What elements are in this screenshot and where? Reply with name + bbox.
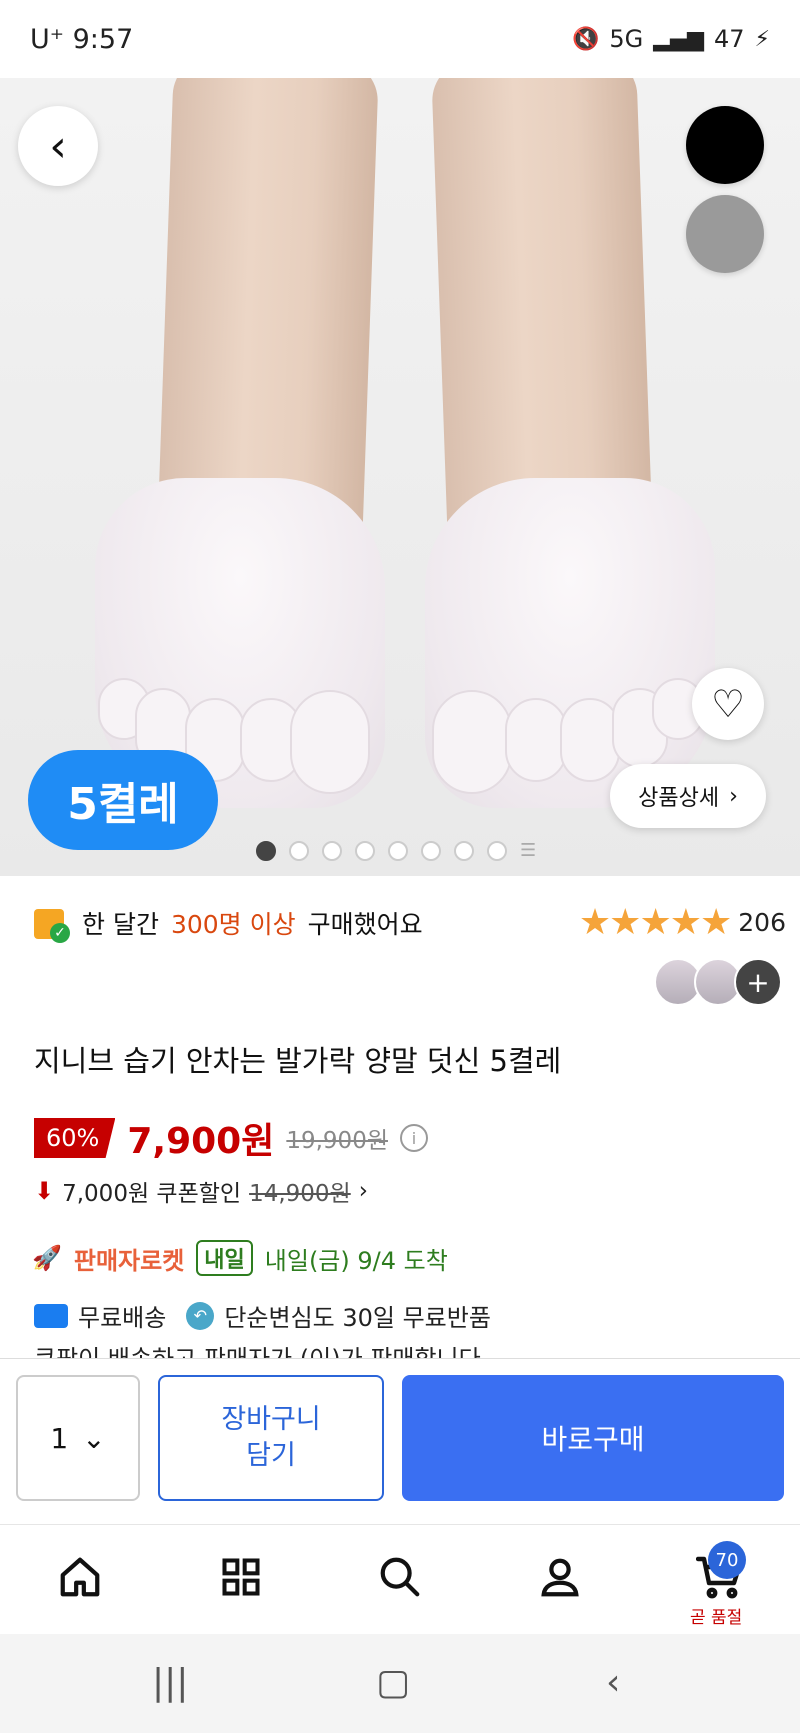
- product-photo-toe: [290, 690, 370, 794]
- battery-icon: ⚡: [754, 26, 770, 52]
- carousel-dot[interactable]: [454, 841, 474, 861]
- grid-icon: [222, 1558, 260, 1596]
- quantity-value: 1: [50, 1421, 69, 1455]
- status-left: U⁺ 9:57: [30, 24, 133, 55]
- discount-badge: 60%: [34, 1118, 116, 1158]
- rocket-label: 판매자로켓: [73, 1246, 185, 1275]
- network-label: 5G: [609, 25, 644, 53]
- back-button[interactable]: ‹: [18, 106, 98, 186]
- color-swatch-gray[interactable]: [686, 195, 764, 273]
- info-icon[interactable]: i: [399, 1124, 428, 1152]
- arrival-date: 내일(금) 9/4 도착: [264, 1246, 448, 1275]
- pack-count-badge: 5켤레: [28, 750, 218, 850]
- original-price: 19,900원: [286, 1128, 388, 1154]
- bottom-navigation: 70 곧 품절: [0, 1524, 800, 1634]
- review-count: 206: [738, 908, 786, 937]
- coupon-row[interactable]: ⬇ 7,000원 쿠폰할인 14,900원 ›: [34, 1174, 368, 1208]
- nav-my-account[interactable]: [530, 1547, 590, 1607]
- carousel-dot[interactable]: [421, 841, 441, 861]
- signal-icon: ▂▄▆: [653, 26, 704, 52]
- product-detail-button[interactable]: 상품상세 ›: [610, 764, 766, 828]
- carousel-dot[interactable]: [388, 841, 408, 861]
- purchase-count-suffix: 구매했어요: [307, 910, 423, 939]
- nav-search[interactable]: [370, 1547, 430, 1607]
- chevron-down-icon: ⌄: [82, 1421, 106, 1455]
- shipping-row: 무료배송 ↶ 단순변심도 30일 무료반품: [34, 1298, 491, 1333]
- nav-home[interactable]: [50, 1547, 110, 1607]
- product-title: 지니브 습기 안차는 발가락 양말 덧신 5켤레: [34, 1044, 562, 1078]
- rocket-delivery-row: 🚀 판매자로켓 내일 내일(금) 9/4 도착: [32, 1240, 448, 1276]
- carousel-more-icon[interactable]: ☰: [520, 841, 536, 861]
- purchase-bar: 1 ⌄ 장바구니 담기 바로구매: [0, 1358, 800, 1524]
- carousel-indicator: ☰: [256, 841, 536, 861]
- more-photos-icon[interactable]: +: [734, 958, 782, 1006]
- rocket-icon: 🚀: [32, 1244, 62, 1272]
- carousel-dot[interactable]: [322, 841, 342, 861]
- carousel-dot[interactable]: [487, 841, 507, 861]
- wishlist-button[interactable]: ♡: [692, 668, 764, 740]
- carousel-dot[interactable]: [289, 841, 309, 861]
- free-shipping-label: 무료배송: [78, 1304, 167, 1332]
- tomorrow-badge: 내일: [196, 1240, 253, 1276]
- carousel-dot[interactable]: [256, 841, 276, 861]
- cart-caption: 곧 품절: [690, 1608, 743, 1628]
- heart-icon: ♡: [710, 682, 746, 726]
- nav-categories[interactable]: [211, 1547, 271, 1607]
- sale-price: 7,900원: [127, 1121, 275, 1162]
- color-swatch-black[interactable]: [686, 106, 764, 184]
- free-return-label: 단순변심도 30일 무료반품: [224, 1304, 491, 1332]
- coupon-discount: 7,000원 쿠폰할인: [62, 1181, 242, 1207]
- price-row: 60% 7,900원 19,900원 i: [34, 1112, 428, 1164]
- back-nav-icon[interactable]: ‹: [606, 1662, 620, 1703]
- review-photos[interactable]: +: [654, 958, 782, 1006]
- home-button-icon[interactable]: ▢: [376, 1662, 410, 1703]
- carousel-dot[interactable]: [355, 841, 375, 861]
- purchase-count-notice: ✓ 한 달간 300명 이상 구매했어요: [34, 905, 423, 943]
- recent-apps-icon[interactable]: |||: [152, 1662, 188, 1703]
- status-right: 🔇 5G ▂▄▆ 47 ⚡: [572, 25, 770, 53]
- coupon-original-price: 14,900원: [249, 1181, 351, 1207]
- clock: 9:57: [72, 23, 134, 55]
- carrier-label: U⁺: [30, 23, 65, 55]
- product-image-carousel[interactable]: ‹ ♡ 5켤레 상품상세 › ☰: [0, 78, 800, 876]
- purchase-count-prefix: 한 달간: [82, 910, 159, 939]
- user-icon: [541, 1558, 579, 1597]
- system-navigation-bar: ||| ▢ ‹: [0, 1634, 800, 1733]
- arrow-down-icon: ⬇: [34, 1177, 55, 1205]
- star-rating-icon: ★★★★★: [578, 902, 732, 943]
- buy-now-button[interactable]: 바로구매: [402, 1375, 784, 1501]
- home-icon: [60, 1557, 100, 1597]
- chevron-right-icon: ›: [729, 783, 738, 809]
- mute-icon: 🔇: [571, 26, 600, 52]
- add-to-cart-button[interactable]: 장바구니 담기: [158, 1375, 384, 1501]
- truck-icon: [34, 1303, 68, 1328]
- product-photo-toe: [505, 698, 567, 782]
- product-photo-toe: [432, 690, 512, 794]
- quantity-select[interactable]: 1 ⌄: [16, 1375, 140, 1501]
- cart-count-badge: 70: [708, 1541, 746, 1579]
- add-to-cart-label-line2: 담기: [246, 1440, 296, 1471]
- shopping-bag-check-icon: ✓: [34, 905, 70, 943]
- status-bar: U⁺ 9:57 🔇 5G ▂▄▆ 47 ⚡: [0, 0, 800, 78]
- return-icon: ↶: [186, 1301, 215, 1330]
- chevron-right-icon: ›: [358, 1178, 368, 1204]
- chevron-left-icon: ‹: [49, 120, 67, 172]
- purchase-count-highlight: 300명 이상: [170, 910, 296, 939]
- add-to-cart-label-line1: 장바구니: [221, 1403, 321, 1435]
- rating-summary[interactable]: ★★★★★ 206: [579, 902, 786, 943]
- product-detail-label: 상품상세: [638, 786, 720, 811]
- search-icon: [380, 1557, 420, 1597]
- product-photo-toe: [560, 698, 620, 782]
- battery-level: 47: [714, 25, 745, 53]
